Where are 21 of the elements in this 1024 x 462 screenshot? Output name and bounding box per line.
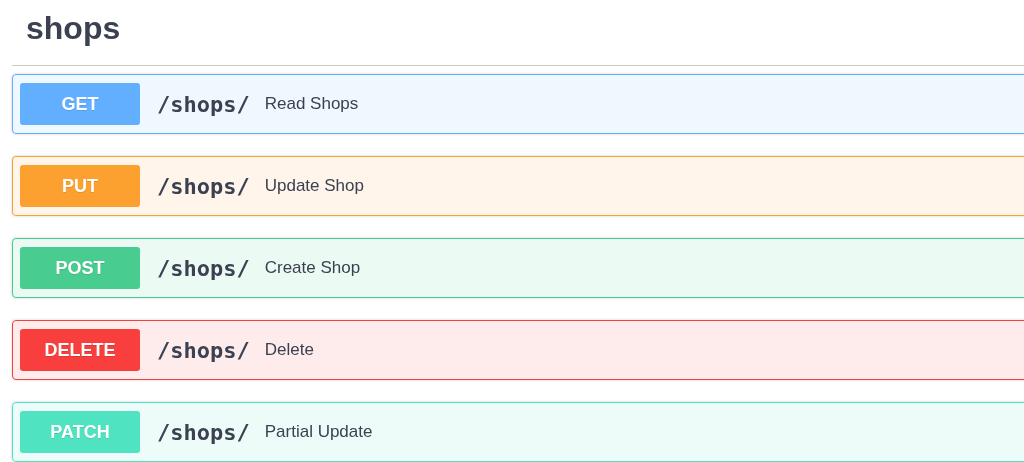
endpoint-path: /shops/ — [157, 173, 250, 199]
operation-row[interactable]: GET /shops/ Read Shops — [12, 74, 1024, 134]
operation-summary: Partial Update — [264, 422, 373, 442]
operation-summary: Update Shop — [264, 176, 364, 196]
method-badge: GET — [20, 83, 140, 125]
operation-row[interactable]: PUT /shops/ Update Shop — [12, 156, 1024, 216]
endpoint-path: /shops/ — [157, 91, 250, 117]
endpoint-path: /shops/ — [157, 337, 250, 363]
method-badge: POST — [20, 247, 140, 289]
method-badge: DELETE — [20, 329, 140, 371]
endpoint-path: /shops/ — [157, 419, 250, 445]
operation-row[interactable]: PATCH /shops/ Partial Update — [12, 402, 1024, 462]
endpoint-path: /shops/ — [157, 255, 250, 281]
operation-summary: Read Shops — [264, 94, 359, 114]
method-badge: PATCH — [20, 411, 140, 453]
operation-row[interactable]: DELETE /shops/ Delete — [12, 320, 1024, 380]
operation-summary: Create Shop — [264, 258, 361, 278]
operation-summary: Delete — [264, 340, 314, 360]
operation-row[interactable]: POST /shops/ Create Shop — [12, 238, 1024, 298]
section-title: shops — [25, 9, 122, 48]
method-badge: PUT — [20, 165, 140, 207]
